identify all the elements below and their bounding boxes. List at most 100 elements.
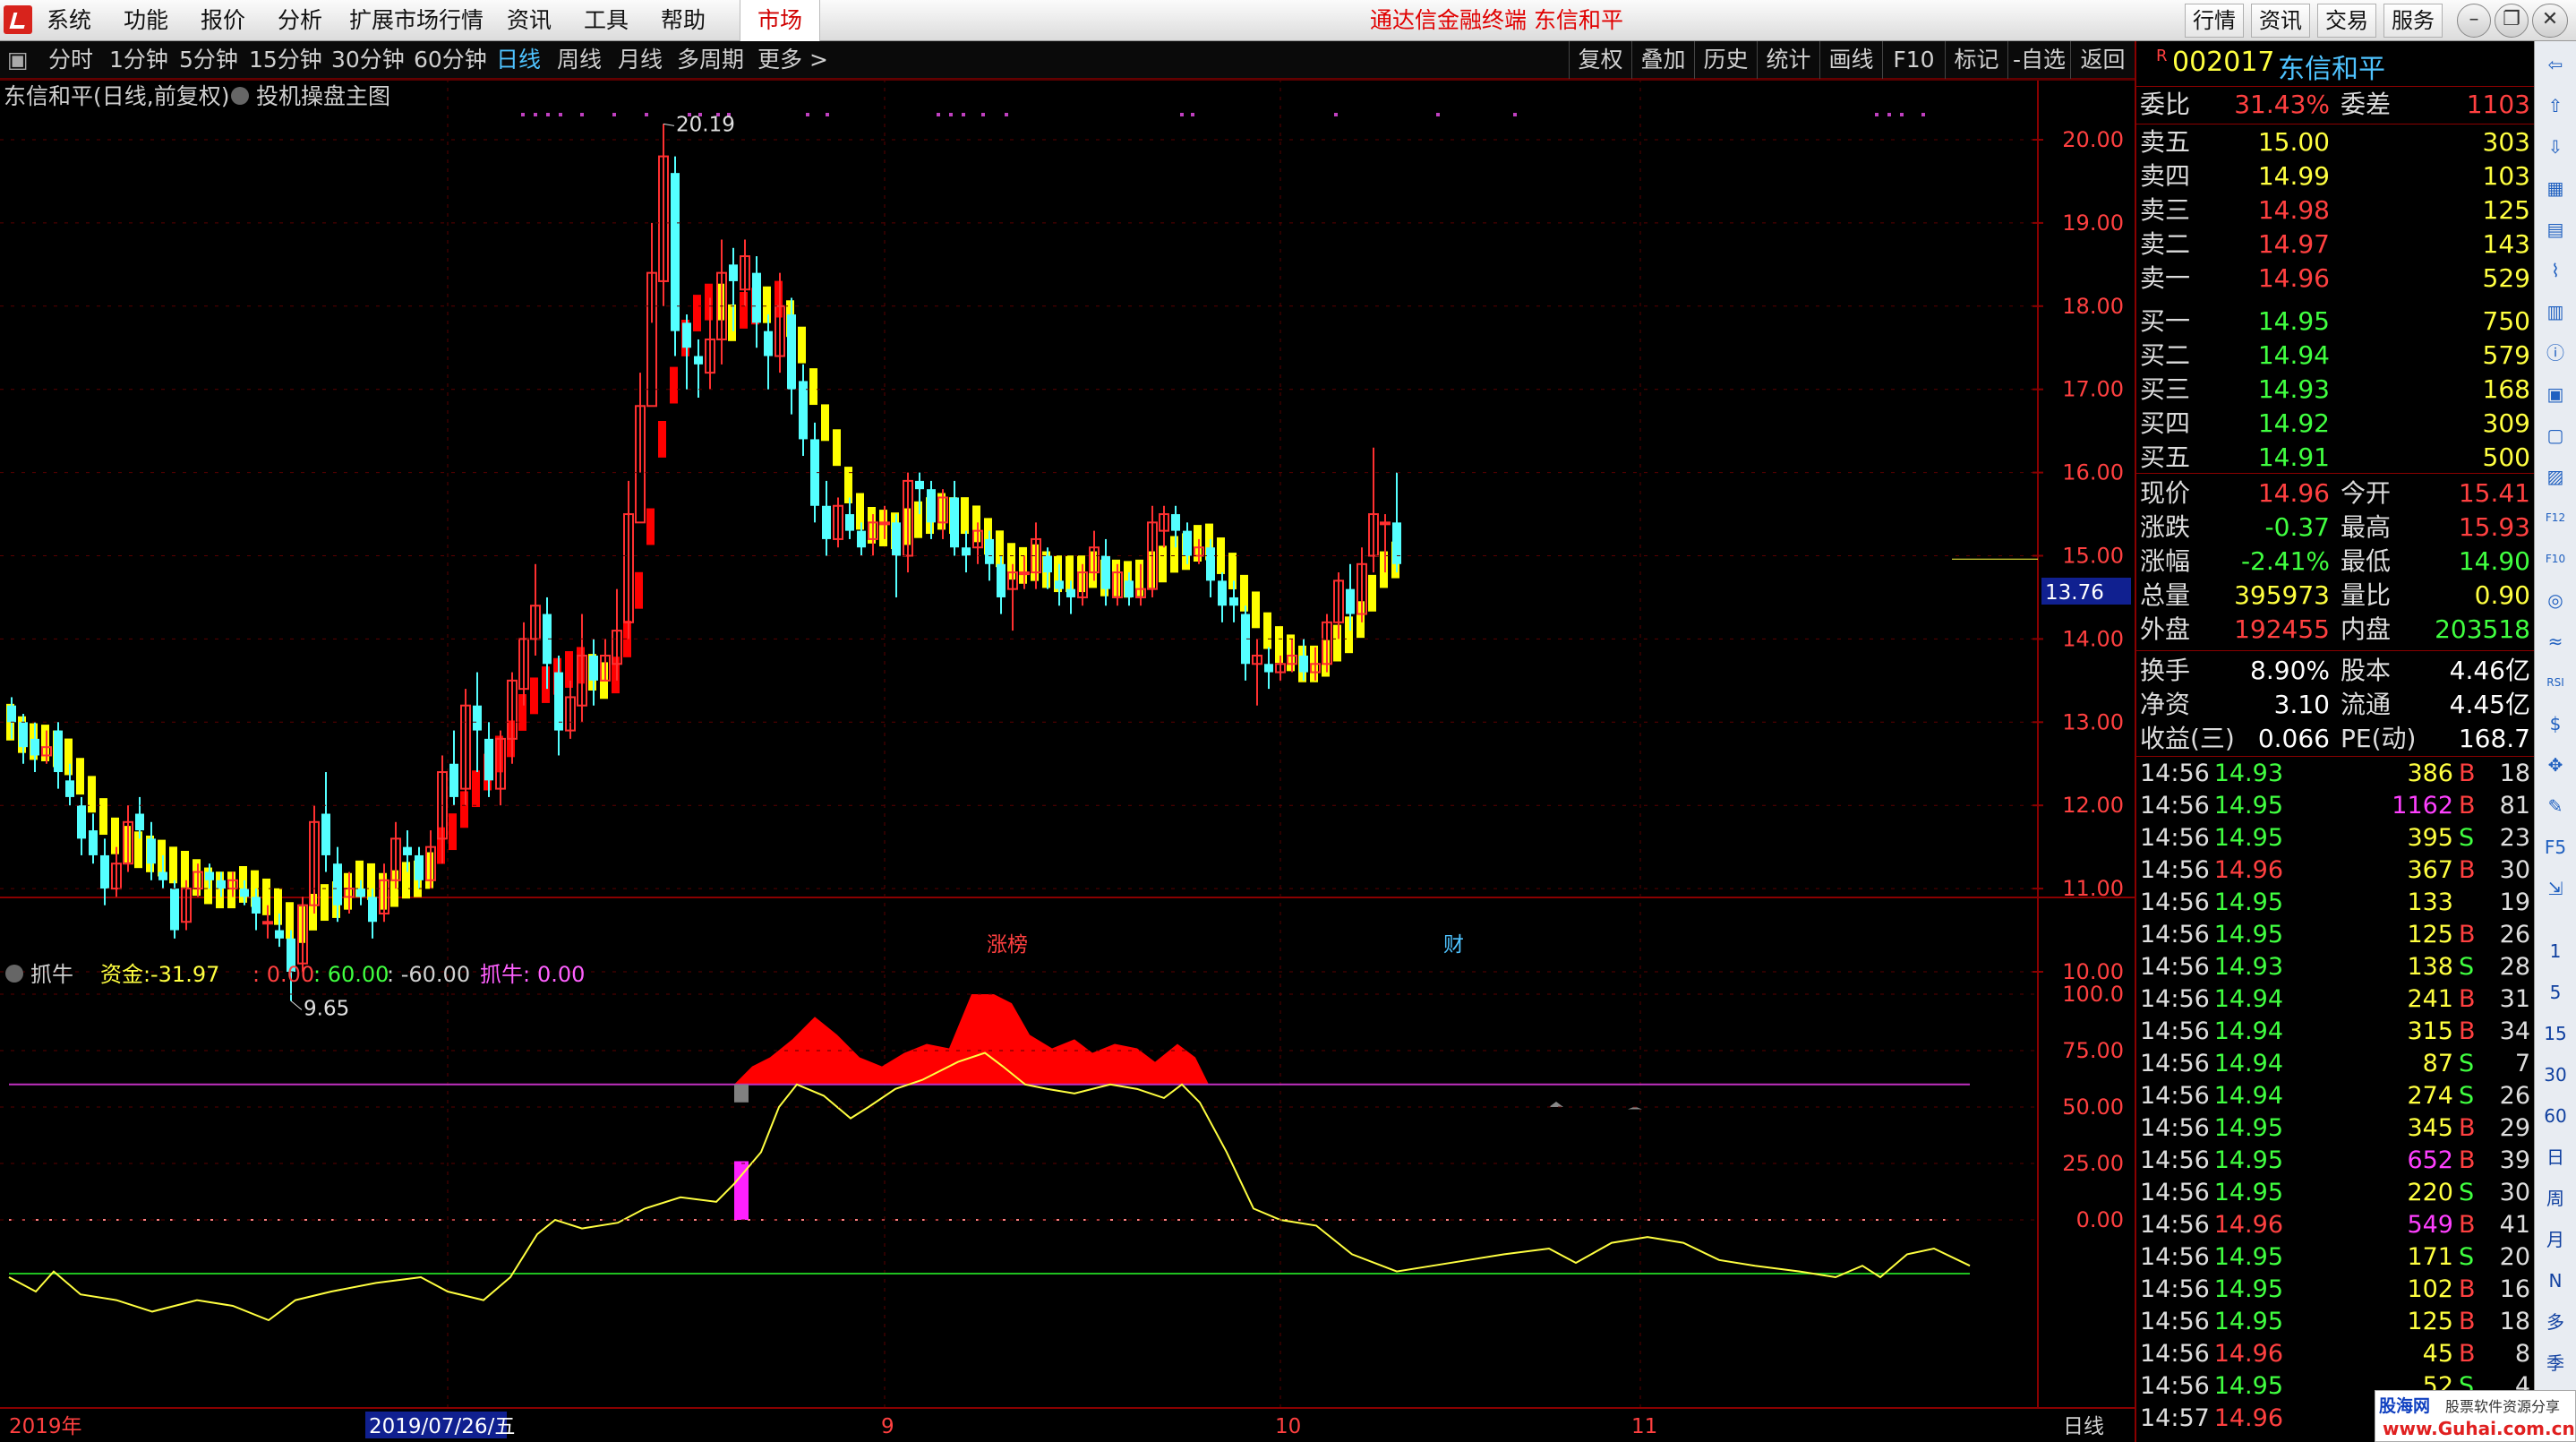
period-30min[interactable]: 30分钟 xyxy=(331,41,405,79)
price-tick-label: 19.00 xyxy=(2062,210,2124,236)
news-button[interactable]: 资讯 xyxy=(2251,4,2310,38)
note-icon[interactable]: ▢ xyxy=(2540,421,2571,450)
menu-news[interactable]: 资讯 xyxy=(507,0,552,41)
period-shortcut[interactable]: 月 xyxy=(2540,1225,2571,1254)
period-shortcut[interactable]: 日 xyxy=(2540,1143,2571,1172)
rsi-icon[interactable]: RSI xyxy=(2540,668,2571,697)
trade-button[interactable]: 交易 xyxy=(2317,4,2376,38)
menu-analysis[interactable]: 分析 xyxy=(278,0,322,41)
period-5min[interactable]: 5分钟 xyxy=(179,41,238,79)
weibi-label: 委比 xyxy=(2140,90,2191,119)
panel-toggle-icon[interactable]: ▣ xyxy=(7,41,29,79)
watchlist-button[interactable]: -自选 xyxy=(2007,41,2070,79)
signal-dot xyxy=(1334,113,1338,116)
globe-icon[interactable]: ◎ xyxy=(2540,586,2571,614)
money-icon[interactable]: $ xyxy=(2540,709,2571,738)
tick-time: 14:56 xyxy=(2140,1146,2210,1174)
fund-icon[interactable]: ▣ xyxy=(2540,380,2571,408)
weibi-row: 委比 31.43% 委差 1103 xyxy=(2136,88,2536,122)
tick-time: 14:56 xyxy=(2140,1050,2210,1077)
period-shortcut[interactable]: 1 xyxy=(2540,937,2571,966)
mark-button[interactable]: 标记 xyxy=(1945,41,2007,79)
candle-body xyxy=(240,888,249,897)
period-15min[interactable]: 15分钟 xyxy=(249,41,322,79)
tick-price: 14.94 xyxy=(2213,1082,2283,1110)
period-shortcut[interactable]: 30 xyxy=(2540,1060,2571,1089)
menu-help[interactable]: 帮助 xyxy=(661,0,706,41)
left-arrow-icon[interactable]: ⇦ xyxy=(2540,50,2571,79)
tick-price: 14.96 xyxy=(2213,856,2283,884)
period-1min[interactable]: 1分钟 xyxy=(109,41,168,79)
template-name[interactable]: 投机操盘主图 xyxy=(256,83,390,109)
period-shortcut[interactable]: 5 xyxy=(2540,978,2571,1007)
draw-button[interactable]: 画线 xyxy=(1819,41,1882,79)
close-icon[interactable]: ✕ xyxy=(2532,4,2568,38)
menu-function[interactable]: 功能 xyxy=(124,0,168,41)
indicator-name[interactable]: 抓牛 xyxy=(30,962,73,987)
stats-button[interactable]: 统计 xyxy=(1757,41,1819,79)
band-bar xyxy=(1287,634,1295,672)
indicator-a: : 0.00 xyxy=(252,962,314,987)
back-button[interactable]: 返回 xyxy=(2070,41,2135,79)
export-icon[interactable]: ⇲ xyxy=(2540,874,2571,903)
marker-zhangbang[interactable]: 涨榜 xyxy=(987,933,1028,957)
fuquan-button[interactable]: 复权 xyxy=(1569,41,1631,79)
wave-icon[interactable]: ≈ xyxy=(2540,627,2571,656)
marker-cai[interactable]: 财 xyxy=(1443,933,1464,957)
info-icon[interactable]: ⓘ xyxy=(2540,339,2571,367)
period-60min[interactable]: 60分钟 xyxy=(414,41,487,79)
price-chart[interactable]: 东信和平(日线,前复权) 投机操盘主图 20.00 19.00 18.00 17.00… xyxy=(0,79,2135,1442)
level-price: 14.94 xyxy=(2257,340,2330,370)
price-tick-label: 14.00 xyxy=(2062,626,2124,651)
line-chart-icon[interactable]: ⌇ xyxy=(2540,256,2571,285)
pen-icon[interactable]: ✎ xyxy=(2540,792,2571,820)
minimize-icon[interactable]: – xyxy=(2457,4,2491,38)
f5-icon[interactable]: F5 xyxy=(2540,833,2571,862)
candle-body xyxy=(217,880,226,889)
down-arrow-icon[interactable]: ⇩ xyxy=(2540,133,2571,161)
period-tick[interactable]: 分时 xyxy=(48,41,93,79)
period-daily[interactable]: 日线 xyxy=(496,41,541,79)
period-shortcut[interactable]: N xyxy=(2540,1266,2571,1295)
period-more[interactable]: 更多 > xyxy=(757,41,828,79)
band-bar xyxy=(518,694,526,731)
menu-system[interactable]: 系统 xyxy=(47,0,91,41)
candle-body xyxy=(484,738,493,781)
tick-volume: 171 xyxy=(2407,1243,2453,1271)
period-multi[interactable]: 多周期 xyxy=(677,41,744,79)
stat-row: 总量 395973 量比 0.90 xyxy=(2136,579,2536,613)
stat-row: 现价 14.96 今开 15.41 xyxy=(2136,476,2536,511)
period-shortcut[interactable]: 60 xyxy=(2540,1102,2571,1130)
table-icon[interactable]: ▤ xyxy=(2540,215,2571,244)
period-weekly[interactable]: 周线 xyxy=(557,41,602,79)
menu-quote[interactable]: 报价 xyxy=(201,0,245,41)
quote-icon[interactable]: ▦ xyxy=(2540,174,2571,202)
period-shortcut[interactable]: 周 xyxy=(2540,1184,2571,1213)
up-arrow-icon[interactable]: ⇧ xyxy=(2540,91,2571,120)
service-button[interactable]: 服务 xyxy=(2383,4,2443,38)
template-dropdown-icon[interactable] xyxy=(231,87,249,105)
period-monthly[interactable]: 月线 xyxy=(618,41,663,79)
kline-icon[interactable]: ▥ xyxy=(2540,297,2571,326)
stat-value: 15.93 xyxy=(2458,512,2530,542)
period-shortcut[interactable]: 季 xyxy=(2540,1349,2571,1378)
move-icon[interactable]: ✥ xyxy=(2540,751,2571,779)
doc-icon[interactable]: ▨ xyxy=(2540,462,2571,491)
indicator-dropdown-icon[interactable] xyxy=(5,965,23,983)
quote-button[interactable]: 行情 xyxy=(2185,4,2244,38)
history-button[interactable]: 历史 xyxy=(1694,41,1757,79)
menu-market[interactable]: 市场 xyxy=(740,0,820,41)
restore-icon[interactable]: ❐ xyxy=(2495,4,2529,38)
period-shortcut[interactable]: 多 xyxy=(2540,1308,2571,1336)
candle-body xyxy=(694,356,703,365)
overlay-button[interactable]: 叠加 xyxy=(1631,41,1694,79)
f12-icon[interactable]: F12 xyxy=(2540,503,2571,532)
tick-time: 14:56 xyxy=(2140,985,2210,1013)
tick-side: B xyxy=(2459,1275,2476,1303)
menu-tools[interactable]: 工具 xyxy=(584,0,629,41)
period-shortcut[interactable]: 15 xyxy=(2540,1019,2571,1048)
menu-extended-market[interactable]: 扩展市场行情 xyxy=(349,0,484,41)
f10-icon[interactable]: F10 xyxy=(2540,545,2571,573)
f10-button[interactable]: F10 xyxy=(1882,41,1945,79)
stat-label: 总量 xyxy=(2140,580,2191,610)
